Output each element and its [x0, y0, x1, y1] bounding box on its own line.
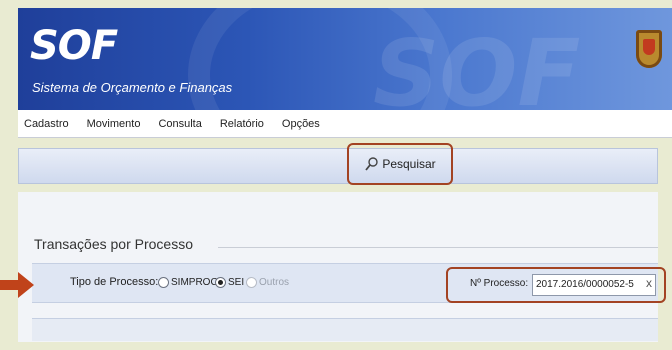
app-header: SOF SOF Sistema de Orçamento e Finanças: [18, 8, 672, 110]
radio-simproc[interactable]: [158, 277, 169, 288]
numero-processo-input[interactable]: 2017.2016/0000052-5: [532, 274, 656, 296]
results-area: [32, 318, 658, 341]
section-divider: [218, 247, 658, 248]
menu-consulta[interactable]: Consulta: [158, 118, 201, 130]
section-title: Transações por Processo: [34, 236, 199, 252]
menu-relatorio[interactable]: Relatório: [220, 118, 264, 130]
menu-opcoes[interactable]: Opções: [282, 118, 320, 130]
radio-outros[interactable]: [246, 277, 257, 288]
radio-outros-label: Outros: [259, 277, 290, 288]
radio-sei-label: SEI: [228, 277, 245, 288]
app-logo: SOF: [30, 23, 118, 69]
numero-processo-label: Nº Processo:: [470, 278, 529, 289]
tipo-processo-label: Tipo de Processo:: [70, 276, 159, 288]
search-button[interactable]: Pesquisar: [347, 143, 453, 185]
search-button-label: Pesquisar: [382, 157, 436, 171]
header-watermark: SOF: [373, 20, 581, 111]
menu-movimento[interactable]: Movimento: [87, 118, 141, 130]
menu-bar: Cadastro Movimento Consulta Relatório Op…: [18, 110, 672, 138]
crest-icon: [636, 30, 662, 68]
app-subtitle: Sistema de Orçamento e Finanças: [32, 80, 233, 95]
clear-icon[interactable]: x: [646, 276, 652, 290]
arrow-right-icon: [0, 272, 34, 298]
search-icon: [365, 157, 379, 171]
menu-cadastro[interactable]: Cadastro: [24, 118, 69, 130]
radio-simproc-label: SIMPROC: [171, 277, 218, 288]
toolbar: Pesquisar: [18, 143, 658, 185]
radio-sei[interactable]: [215, 277, 226, 288]
